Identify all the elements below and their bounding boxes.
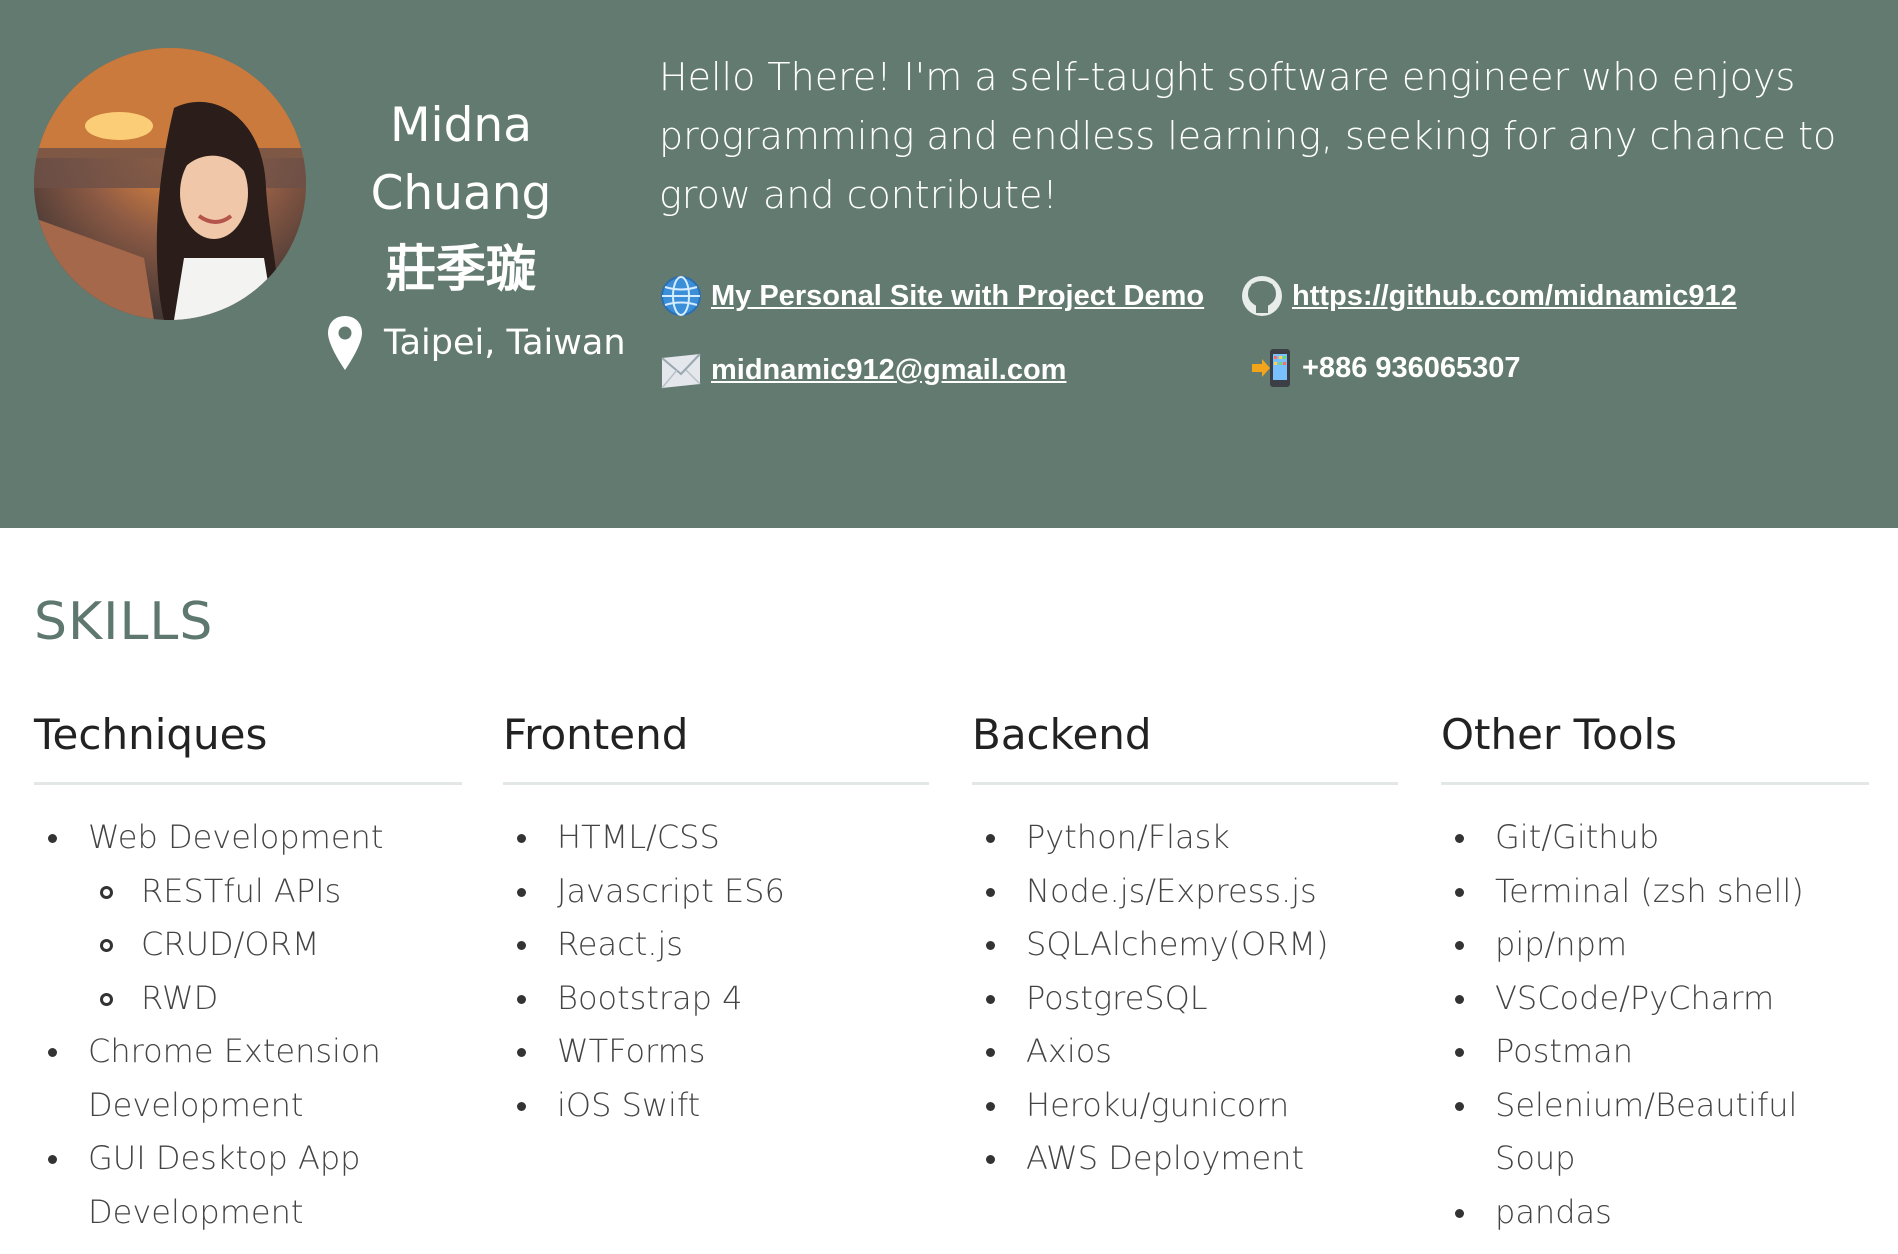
skill-item: Web Development xyxy=(34,811,462,865)
chinese-name: 莊季璇 xyxy=(386,240,536,298)
skill-subitem: CRUD/ORM xyxy=(34,918,462,972)
location: Taipei, Taiwan xyxy=(326,314,626,372)
phone-number: +886 936065307 xyxy=(1302,351,1521,384)
contact-email: midnamic912@gmail.com xyxy=(659,348,1066,392)
skill-item: Git/Github xyxy=(1441,811,1869,865)
skill-list: Python/Flask Node.js/Express.js SQLAlche… xyxy=(972,811,1398,1186)
column-heading: Techniques xyxy=(34,710,462,785)
skill-item: SQLAlchemy(ORM) xyxy=(972,918,1398,972)
skill-item: VSCode/PyCharm xyxy=(1441,972,1869,1026)
email-link[interactable]: midnamic912@gmail.com xyxy=(711,354,1066,387)
skills-column-backend: Backend Python/Flask Node.js/Express.js … xyxy=(972,710,1398,1186)
skills-column-frontend: Frontend HTML/CSS Javascript ES6 React.j… xyxy=(503,710,929,1132)
skill-item: iOS Swift xyxy=(503,1079,929,1133)
first-name: Midna xyxy=(389,98,533,153)
last-name: Chuang xyxy=(370,166,552,221)
map-pin-icon xyxy=(328,316,362,370)
column-heading: Backend xyxy=(972,710,1398,785)
skill-item: Node.js/Express.js xyxy=(972,865,1398,919)
skill-list: HTML/CSS Javascript ES6 React.js Bootstr… xyxy=(503,811,929,1132)
skill-subitem: RWD xyxy=(34,972,462,1026)
skill-item: Postman xyxy=(1441,1025,1869,1079)
name-block: Midna Chuang 莊季璇 xyxy=(330,92,592,306)
intro-text: Hello There! I'm a self-taught software … xyxy=(659,55,1837,217)
skill-list: Web Development RESTful APIs CRUD/ORM RW… xyxy=(34,811,462,1239)
skills-column-techniques: Techniques Web Development RESTful APIs … xyxy=(34,710,462,1239)
skill-item: Chrome Extension Development xyxy=(34,1025,462,1132)
mobile-phone-icon xyxy=(1252,349,1290,387)
skill-item: Selenium/Beautiful Soup xyxy=(1441,1079,1869,1186)
skills-title: SKILLS xyxy=(34,592,214,652)
skills-column-other-tools: Other Tools Git/Github Terminal (zsh she… xyxy=(1441,710,1869,1239)
skill-subitem: RESTful APIs xyxy=(34,865,462,919)
github-link[interactable]: https://github.com/midnamic912 xyxy=(1292,280,1737,313)
location-text: Taipei, Taiwan xyxy=(384,323,626,363)
skill-item: HTML/CSS xyxy=(503,811,929,865)
skill-item: Bootstrap 4 xyxy=(503,972,929,1026)
skill-item: pandas xyxy=(1441,1186,1869,1240)
github-icon xyxy=(1242,276,1282,316)
skill-item: Axios xyxy=(972,1025,1398,1079)
globe-icon xyxy=(661,276,701,316)
skill-item: AWS Deployment xyxy=(972,1132,1398,1186)
skill-item: Heroku/gunicorn xyxy=(972,1079,1398,1133)
contact-site: My Personal Site with Project Demo xyxy=(659,274,1204,318)
envelope-icon xyxy=(661,353,701,389)
skill-item: GUI Desktop App Development xyxy=(34,1132,462,1239)
skill-item: React.js xyxy=(503,918,929,972)
skill-item: Terminal (zsh shell) xyxy=(1441,865,1869,919)
profile-header: Midna Chuang 莊季璇 Taipei, Taiwan Hello Th… xyxy=(0,0,1898,528)
contact-phone: +886 936065307 xyxy=(1250,346,1521,390)
skill-item: pip/npm xyxy=(1441,918,1869,972)
skill-item: Javascript ES6 xyxy=(503,865,929,919)
skill-list: Git/Github Terminal (zsh shell) pip/npm … xyxy=(1441,811,1869,1239)
skill-item: PostgreSQL xyxy=(972,972,1398,1026)
skill-item: WTForms xyxy=(503,1025,929,1079)
profile-photo xyxy=(34,48,306,320)
column-heading: Other Tools xyxy=(1441,710,1869,785)
contact-github: https://github.com/midnamic912 xyxy=(1240,274,1737,318)
personal-site-link[interactable]: My Personal Site with Project Demo xyxy=(711,280,1204,313)
skill-item: Python/Flask xyxy=(972,811,1398,865)
column-heading: Frontend xyxy=(503,710,929,785)
